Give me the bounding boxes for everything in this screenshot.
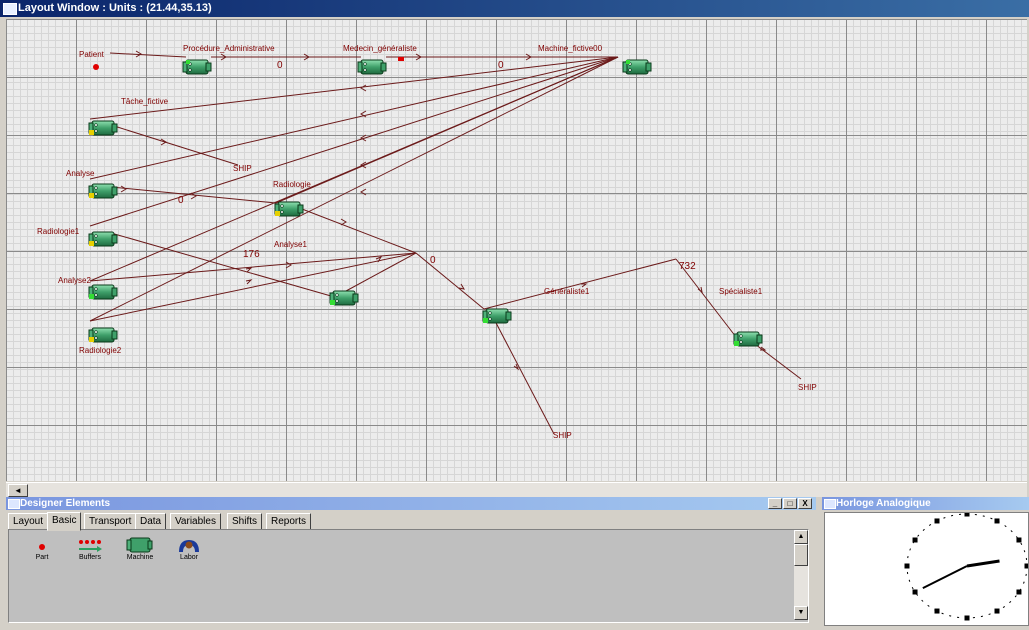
maximize-button[interactable]: □ [783, 498, 797, 509]
analog-clock [904, 511, 1029, 621]
machine-icon [120, 536, 160, 554]
clock-face [824, 511, 1029, 626]
layout-window-title: Layout Window : Units : (21.44,35.13) [18, 2, 212, 14]
layout-window: Layout Window : Units : (21.44,35.13) Pa… [0, 0, 1029, 497]
clock-hour-mark [994, 518, 1000, 524]
scroll-down-button[interactable]: ▼ [794, 606, 808, 620]
scroll-up-button[interactable]: ▲ [794, 530, 808, 544]
label-machine-fictive: Machine_fictive00 [538, 44, 603, 53]
clock-titlebar[interactable]: Horloge Analogique [822, 497, 1029, 510]
layout-window-titlebar[interactable]: Layout Window : Units : (21.44,35.13) [0, 0, 1029, 17]
count-0-b: 0 [498, 60, 504, 71]
label-radiologie1: Radiologie1 [37, 227, 80, 236]
labor-icon [169, 536, 209, 554]
buffer-icon [70, 536, 110, 554]
window-icon [8, 499, 20, 509]
patient-part-icon [93, 64, 99, 70]
clock-title: Horloge Analogique [836, 498, 931, 509]
designer-palette: Part Buffers Machine Labor ▲ ▼ [8, 529, 809, 623]
label-radiologie2: Radiologie2 [79, 346, 122, 355]
count-0-a: 0 [277, 60, 283, 71]
label-patient: Patient [79, 50, 105, 59]
tab-shifts[interactable]: Shifts [227, 513, 263, 530]
label-ship-1: SHIP [233, 164, 252, 173]
clock-hour-mark [994, 608, 1000, 614]
scroll-left-button[interactable]: ◄ [8, 484, 28, 497]
part-icon [22, 536, 62, 554]
palette-item-machine[interactable]: Machine [120, 536, 160, 561]
palette-item-labor[interactable]: Labor [169, 536, 209, 561]
palette-item-buffers[interactable]: Buffers [70, 536, 110, 561]
clock-minute-hand [922, 565, 968, 589]
clock-hour-hand [966, 559, 1000, 568]
label-procedure-administrative: Procédure_Administrative [183, 44, 275, 53]
tab-transport[interactable]: Transport [84, 513, 137, 530]
clock-hour-mark [1016, 589, 1022, 595]
clock-hour-mark [964, 511, 970, 517]
analog-clock-window: Horloge Analogique [822, 497, 1029, 626]
tab-layout[interactable]: Layout [8, 513, 49, 530]
window-icon [824, 499, 836, 509]
label-medecin-generaliste: Medecin_généraliste [343, 44, 417, 53]
designer-elements-window: Designer Elements _ □ X Layout Basic Trans… [6, 497, 816, 625]
palette-label-labor: Labor [180, 554, 198, 561]
machine-icon [357, 59, 387, 75]
close-button[interactable]: X [798, 498, 812, 509]
palette-label-buffers: Buffers [78, 554, 102, 561]
palette-label-machine: Machine [126, 554, 154, 561]
label-generaliste1: Généraliste1 [544, 287, 590, 296]
designer-titlebar[interactable]: Designer Elements _ □ X [6, 497, 816, 510]
palette-vertical-scrollbar[interactable]: ▲ ▼ [794, 530, 808, 620]
designer-title: Designer Elements [20, 498, 111, 509]
clock-hour-mark [904, 563, 910, 569]
connections [89, 52, 802, 435]
window-buttons: _ □ X [767, 498, 812, 509]
layout-canvas[interactable]: Patient Procédure_Administrative Medecin… [6, 19, 1027, 481]
arrow-heads [120, 50, 767, 371]
label-radiologie: Radiologie [273, 180, 311, 189]
minimize-button[interactable]: _ [768, 498, 782, 509]
clock-hour-mark [964, 615, 970, 621]
window-icon [3, 3, 17, 15]
tab-variables[interactable]: Variables [170, 513, 221, 530]
clock-hour-mark [1024, 563, 1029, 569]
label-analyse1: Analyse1 [274, 240, 307, 249]
tab-data[interactable]: Data [135, 513, 167, 530]
process-diagram: Patient Procédure_Administrative Medecin… [37, 44, 817, 440]
clock-hour-mark [934, 518, 940, 524]
label-analyse2: Analyse2 [58, 276, 91, 285]
palette-label-part: Part [35, 554, 49, 561]
clock-hour-mark [912, 537, 918, 543]
scroll-thumb[interactable] [794, 544, 808, 566]
horizontal-scrollbar[interactable]: ◄ [6, 482, 1027, 497]
tab-basic[interactable]: Basic [47, 512, 82, 531]
count-0-d: 0 [430, 255, 436, 266]
label-tache-fictive: Tâche_fictive [121, 97, 169, 106]
count-176: 176 [243, 249, 260, 260]
count-0-c: 0 [178, 195, 184, 206]
label-ship-2: SHIP [798, 383, 817, 392]
label-specialiste1: Spécialiste1 [719, 287, 763, 296]
count-732: 732 [679, 261, 696, 272]
label-analyse: Analyse [66, 169, 95, 178]
tab-reports[interactable]: Reports [266, 513, 312, 530]
palette-item-part[interactable]: Part [22, 536, 62, 561]
clock-hour-mark [1016, 537, 1022, 543]
clock-hour-mark [912, 589, 918, 595]
clock-hour-mark [934, 608, 940, 614]
label-ship-3: SHIP [553, 431, 572, 440]
